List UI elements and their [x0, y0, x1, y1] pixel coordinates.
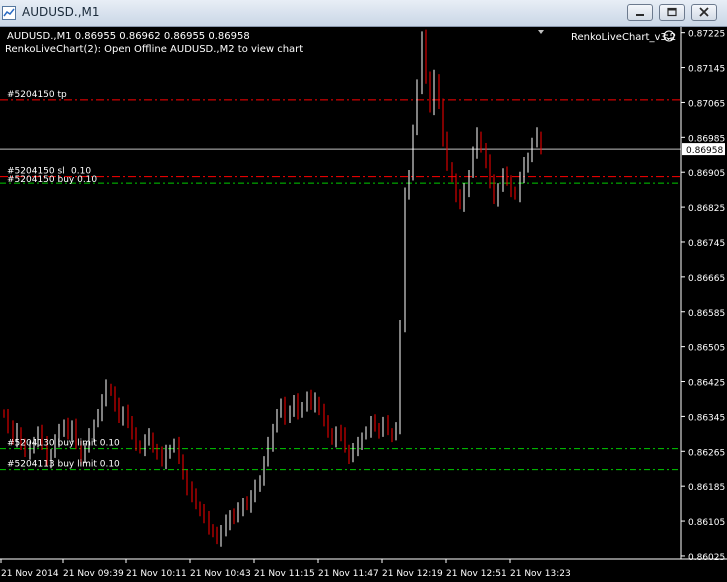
- time-tick-label: 21 Nov 12:51: [446, 569, 507, 579]
- price-tick-label: 0.86585: [688, 309, 725, 319]
- time-tick-label: 21 Nov 10:11: [126, 569, 187, 579]
- chart-window-icon: [2, 5, 16, 20]
- expert-advisor-label: RenkoLiveChart_v3.2: [571, 32, 676, 43]
- chart-window: AUDUSD.,M1 0.872250.871450.870650.869: [0, 0, 727, 582]
- price-tick-label: 0.86905: [688, 169, 725, 179]
- restore-icon: [667, 7, 677, 17]
- time-tick-label: 21 Nov 11:15: [254, 569, 315, 579]
- price-tick-label: 0.86345: [688, 413, 725, 423]
- minimize-icon: [636, 14, 644, 16]
- bid-price-label: 0.86958: [686, 146, 723, 156]
- time-tick-label: 21 Nov 11:47: [318, 569, 379, 579]
- restore-button[interactable]: [659, 4, 685, 21]
- price-tick-label: 0.87065: [688, 99, 725, 109]
- price-tick-label: 0.86185: [688, 483, 725, 493]
- order-level-label: #5204150 buy 0.10: [7, 175, 97, 185]
- window-title: AUDUSD.,M1: [22, 5, 100, 19]
- close-icon: [699, 7, 709, 17]
- minimize-button[interactable]: [627, 4, 653, 21]
- time-tick-label: 21 Nov 2014: [1, 569, 59, 579]
- price-tick-label: 0.86505: [688, 344, 725, 354]
- symbol-info: AUDUSD.,M1 0.86955 0.86962 0.86955 0.869…: [7, 31, 250, 42]
- price-tick-label: 0.87225: [688, 30, 725, 40]
- price-tick-label: 0.87145: [688, 65, 725, 75]
- order-level-label: #5204130 buy limit 0.10: [7, 439, 120, 449]
- price-tick-label: 0.86825: [688, 204, 725, 214]
- price-tick-label: 0.86425: [688, 379, 725, 389]
- time-tick-label: 21 Nov 12:19: [382, 569, 443, 579]
- chart-canvas[interactable]: 0.87225 0.87145 0.87065 0.86985 0.86905 0.868…: [0, 27, 727, 582]
- price-tick-label: 0.86745: [688, 239, 725, 249]
- chart-shift-marker: [538, 30, 544, 34]
- price-tick-label: 0.86665: [688, 274, 725, 284]
- time-tick-label: 21 Nov 10:43: [190, 569, 251, 579]
- time-tick-label: 21 Nov 13:23: [510, 569, 571, 579]
- window-titlebar[interactable]: AUDUSD.,M1: [0, 0, 727, 27]
- close-button[interactable]: [691, 4, 717, 21]
- order-level-label: #5204113 buy limit 0.10: [7, 460, 120, 470]
- sl-lot-label: 0.10: [71, 167, 91, 177]
- price-tick-label: 0.86985: [688, 134, 725, 144]
- price-tick-label: 0.86025: [688, 553, 725, 563]
- price-chart[interactable]: 0.87225 0.87145 0.87065 0.86985 0.86905 0.868…: [0, 27, 727, 582]
- indicator-status: RenkoLiveChart(2): Open Offline AUDUSD.,…: [5, 44, 303, 55]
- price-tick-label: 0.86265: [688, 448, 725, 458]
- time-tick-label: 21 Nov 09:39: [63, 569, 124, 579]
- order-level-label: #5204150 tp: [7, 90, 67, 100]
- price-tick-label: 0.86105: [688, 518, 725, 528]
